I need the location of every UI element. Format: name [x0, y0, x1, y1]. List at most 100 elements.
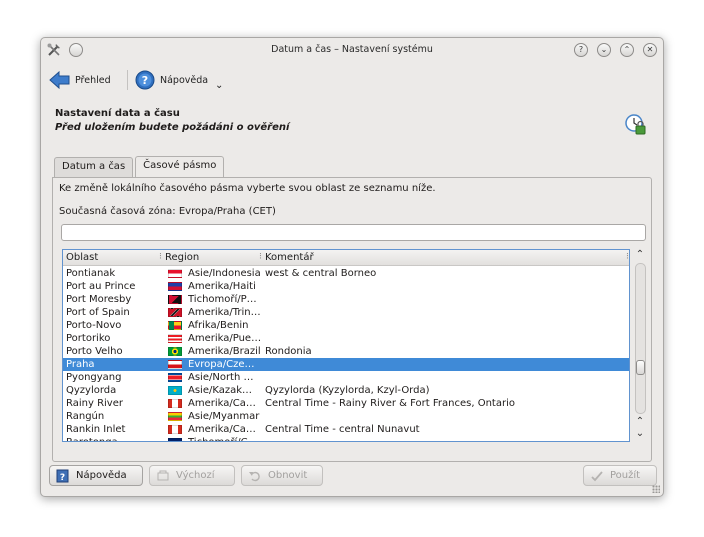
scroll-down-arrow-icon[interactable]: ⌄ — [633, 428, 647, 440]
cell-area: Portoriko — [66, 333, 111, 344]
cell-area: Port Moresby — [66, 294, 132, 305]
column-separator: ⁝ — [159, 252, 162, 262]
table-row[interactable]: Rankin Inlet Amerika/Ca… Central Time - ce… — [63, 423, 629, 436]
cell-region: Tichomoří/P… — [188, 294, 257, 305]
cell-region: Amerika/Trin… — [188, 307, 261, 318]
help-title-button[interactable]: ? — [574, 43, 588, 57]
table-row[interactable]: Pyongyang Asie/North … — [63, 371, 629, 384]
help-menu-button[interactable]: ? Nápověda ⌄ — [135, 68, 223, 92]
cell-comment: Central Time - central Nunavut — [265, 424, 420, 435]
cell-area: Praha — [66, 359, 95, 370]
table-row[interactable]: Port au Prince Amerika/Haiti — [63, 280, 629, 293]
checkmark-icon — [591, 470, 603, 481]
vertical-scrollbar[interactable]: ⌃ ⌃ ⌄ — [633, 249, 647, 442]
title-bar[interactable]: Datum a čas – Nastavení systému ? ⌄ ⌃ ✕ — [41, 38, 663, 62]
haiti-flag-icon — [168, 282, 182, 291]
table-row[interactable]: Portoriko Amerika/Pue… — [63, 332, 629, 345]
puerto-rico-flag-icon — [168, 334, 182, 343]
papua-new-guinea-flag-icon — [168, 295, 182, 304]
column-header-region[interactable]: Region — [165, 252, 199, 263]
table-row[interactable]: Porto-Novo Afrika/Benin — [63, 319, 629, 332]
trinidad-flag-icon — [168, 308, 182, 317]
help-label: Nápověda — [160, 74, 209, 86]
myanmar-flag-icon — [168, 412, 182, 421]
table-row[interactable]: Qyzylorda Asie/Kazak… Qyzylorda (Kyzylorda… — [63, 384, 629, 397]
maximize-button[interactable]: ⌃ — [620, 43, 634, 57]
minimize-button[interactable]: ⌄ — [597, 43, 611, 57]
cell-region: Asie/Indonesia — [188, 268, 261, 279]
brazil-flag-icon — [168, 347, 182, 356]
timezone-list[interactable]: Oblast ⁝ Region ⁝ Komentář ⁝ Pontianak As… — [62, 249, 630, 442]
column-header-comment[interactable]: Komentář — [265, 252, 314, 263]
cell-region: Asie/Myanmar — [188, 411, 260, 422]
table-row[interactable]: Port Moresby Tichomoří/P… — [63, 293, 629, 306]
cell-comment: west & central Borneo — [265, 268, 377, 279]
cell-area: Port of Spain — [66, 307, 130, 318]
cell-area: Port au Prince — [66, 281, 136, 292]
table-row[interactable]: Praha Evropa/Cze… — [63, 358, 629, 371]
resize-grip[interactable] — [652, 485, 660, 493]
defaults-button[interactable]: Výchozí — [149, 465, 235, 486]
help-button-label: Nápověda — [76, 470, 127, 481]
close-button[interactable]: ✕ — [643, 43, 657, 57]
reset-button-label: Obnovit — [268, 470, 308, 481]
column-header-area[interactable]: Oblast — [66, 252, 98, 263]
cell-region: Amerika/Pue… — [188, 333, 262, 344]
cell-region: Afrika/Benin — [188, 320, 249, 331]
scroll-track[interactable] — [635, 263, 646, 414]
overview-button[interactable]: Přehled — [49, 68, 111, 92]
timezone-rows: Pontianak Asie/Indonesia west & central Bo… — [63, 267, 629, 441]
timezone-search-input[interactable] — [61, 224, 646, 241]
cell-region: Evropa/Cze… — [188, 359, 255, 370]
cell-comment: Central Time - Rainy River & Fort France… — [265, 398, 515, 409]
column-separator: ⁝ — [626, 252, 629, 262]
current-timezone: Současná časová zóna: Evropa/Praha (CET) — [59, 206, 276, 217]
tab-timezone[interactable]: Časové pásmo — [135, 156, 225, 177]
cell-area: Porto-Novo — [66, 320, 122, 331]
scroll-thumb[interactable] — [636, 360, 645, 375]
cell-area: Porto Velho — [66, 346, 123, 357]
cell-area: Rankin Inlet — [66, 424, 126, 435]
help-icon: ? — [135, 70, 155, 90]
cell-comment: Rondonia — [265, 346, 312, 357]
list-header: Oblast ⁝ Region ⁝ Komentář ⁝ — [63, 250, 629, 266]
table-row[interactable]: Pontianak Asie/Indonesia west & central Bo… — [63, 267, 629, 280]
czech-flag-icon — [168, 360, 182, 369]
cell-region: Amerika/Haiti — [188, 281, 256, 292]
kazakhstan-flag-icon — [168, 386, 182, 395]
window-title: Datum a čas – Nastavení systému — [271, 44, 433, 55]
overview-label: Přehled — [75, 74, 111, 86]
cell-area: Qyzylorda — [66, 385, 117, 396]
table-row[interactable]: Rainy River Amerika/Ca… Central Time - Rai… — [63, 397, 629, 410]
cell-area: Rarotonga — [66, 436, 164, 441]
cell-area: Rainy River — [66, 398, 123, 409]
table-row[interactable]: Port of Spain Amerika/Trin… — [63, 306, 629, 319]
column-separator: ⁝ — [259, 252, 262, 262]
timezone-instruction: Ke změně lokálního časového pásma vybert… — [59, 183, 436, 194]
chevron-down-icon: ⌄ — [215, 80, 224, 91]
apply-button[interactable]: Použít — [583, 465, 657, 486]
settings-window: Datum a čas – Nastavení systému ? ⌄ ⌃ ✕ … — [40, 37, 664, 497]
table-row[interactable]: Rarotonga Tichomoří/C… — [63, 436, 629, 441]
cell-comment: Qyzylorda (Kyzylorda, Kzyl-Orda) — [265, 385, 430, 396]
help-book-icon: ? — [56, 469, 69, 483]
clock-lock-icon — [625, 114, 646, 135]
cook-islands-flag-icon — [168, 438, 182, 441]
toolbar: Přehled ? Nápověda ⌄ — [41, 64, 663, 94]
defaults-icon — [157, 470, 169, 480]
page-subtitle: Před uložením budete požádáni o ověření — [55, 122, 290, 133]
scroll-up-arrow-icon[interactable]: ⌃ — [633, 249, 647, 261]
table-row[interactable]: Porto Velho Amerika/Brazil Rondonia — [63, 345, 629, 358]
apply-button-label: Použít — [610, 470, 641, 481]
cell-area: Pontianak — [66, 268, 116, 279]
indonesia-flag-icon — [168, 269, 182, 278]
table-row[interactable]: Rangún Asie/Myanmar — [63, 410, 629, 423]
help-button[interactable]: ? Nápověda — [49, 465, 143, 486]
tab-date-time[interactable]: Datum a čas — [54, 157, 134, 177]
cell-region: Asie/North … — [188, 372, 254, 383]
reset-button[interactable]: Obnovit — [241, 465, 323, 486]
svg-text:?: ? — [142, 74, 148, 87]
cell-region: Amerika/Ca… — [188, 398, 256, 409]
scroll-corner-up-arrow-icon[interactable]: ⌃ — [633, 416, 647, 428]
undo-icon — [249, 471, 260, 481]
